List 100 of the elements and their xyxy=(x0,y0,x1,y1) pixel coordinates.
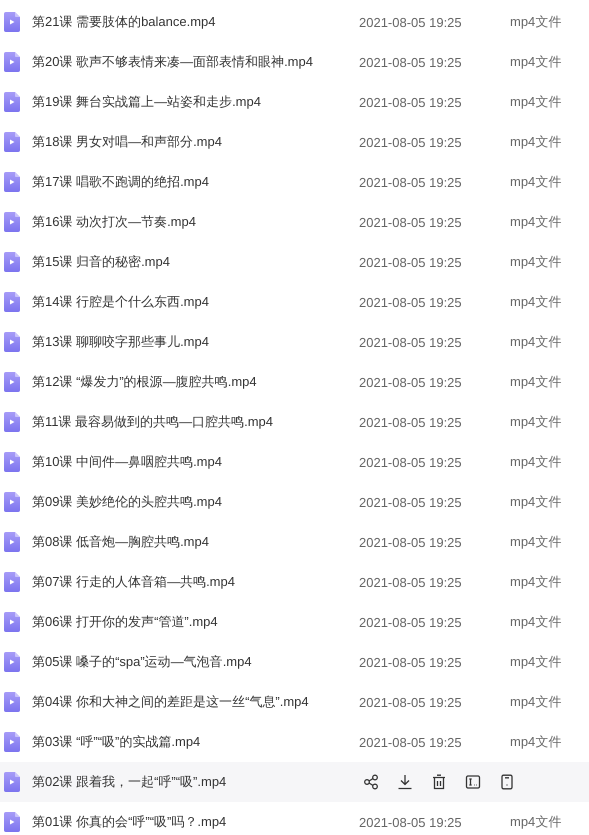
modified-date: 2021-08-05 19:25 xyxy=(359,734,463,750)
file-row[interactable]: 第18课 男女对唱—和声部分.mp4 2021-08-05 19:25 mp4文件 xyxy=(0,122,589,162)
file-row[interactable]: 第17课 唱歌不跑调的绝招.mp4 2021-08-05 19:25 mp4文件 xyxy=(0,162,589,202)
rename-icon[interactable] xyxy=(465,774,481,790)
download-icon[interactable] xyxy=(397,774,413,790)
file-name[interactable]: 第11课 最容易做到的共鸣—口腔共鸣.mp4 xyxy=(32,413,359,431)
file-name[interactable]: 第14课 行腔是个什么东西.mp4 xyxy=(32,293,359,311)
video-file-icon xyxy=(4,612,20,632)
modified-date: 2021-08-05 19:25 xyxy=(359,14,463,30)
modified-date: 2021-08-05 19:25 xyxy=(359,654,463,670)
share-icon[interactable] xyxy=(363,774,379,790)
modified-date: 2021-08-05 19:25 xyxy=(359,134,463,150)
video-file-icon xyxy=(4,372,20,392)
file-row[interactable]: 第06课 打开你的发声“管道”.mp4 2021-08-05 19:25 mp4文件 xyxy=(0,602,589,642)
video-file-icon xyxy=(4,52,20,72)
video-file-icon xyxy=(4,492,20,512)
video-file-icon xyxy=(4,812,20,832)
video-file-icon xyxy=(4,732,20,752)
file-name[interactable]: 第19课 舞台实战篇上—站姿和走步.mp4 xyxy=(32,93,359,111)
file-name[interactable]: 第08课 低音炮—胸腔共鸣.mp4 xyxy=(32,533,359,551)
modified-date: 2021-08-05 19:25 xyxy=(359,454,463,470)
file-type: mp4文件 xyxy=(510,573,562,591)
file-row[interactable]: 第07课 行走的人体音箱—共鸣.mp4 2021-08-05 19:25 mp4文件 xyxy=(0,562,589,602)
file-row[interactable]: 第04课 你和大神之间的差距是这一丝“气息”.mp4 2021-08-05 19:25 mp4文件 xyxy=(0,682,589,722)
file-name[interactable]: 第09课 美妙绝伦的头腔共鸣.mp4 xyxy=(32,493,359,511)
modified-date: 2021-08-05 19:25 xyxy=(359,814,463,830)
video-file-icon xyxy=(4,332,20,352)
file-name[interactable]: 第21课 需要肢体的balance.mp4 xyxy=(32,13,359,31)
file-row[interactable]: 第19课 舞台实战篇上—站姿和走步.mp4 2021-08-05 19:25 mp4文件 xyxy=(0,82,589,122)
file-row[interactable]: 第21课 需要肢体的balance.mp4 2021-08-05 19:25 mp4文件 xyxy=(0,2,589,42)
file-name[interactable]: 第12课 “爆发力”的根源—腹腔共鸣.mp4 xyxy=(32,373,359,391)
file-name[interactable]: 第17课 唱歌不跑调的绝招.mp4 xyxy=(32,173,359,191)
modified-date: 2021-08-05 19:25 xyxy=(359,414,463,430)
modified-date: 2021-08-05 19:25 xyxy=(359,334,463,350)
file-type: mp4文件 xyxy=(510,253,562,271)
file-name[interactable]: 第10课 中间件—鼻咽腔共鸣.mp4 xyxy=(32,453,359,471)
file-name[interactable]: 第06课 打开你的发声“管道”.mp4 xyxy=(32,613,359,631)
modified-date: 2021-08-05 19:25 xyxy=(359,614,463,630)
video-file-icon xyxy=(4,172,20,192)
file-type: mp4文件 xyxy=(510,53,562,71)
file-row[interactable]: 第03课 “呼”“吸”的实战篇.mp4 2021-08-05 19:25 mp4文件 xyxy=(0,722,589,762)
file-row[interactable]: 第15课 归音的秘密.mp4 2021-08-05 19:25 mp4文件 xyxy=(0,242,589,282)
video-file-icon xyxy=(4,452,20,472)
file-name[interactable]: 第13课 聊聊咬字那些事儿.mp4 xyxy=(32,333,359,351)
file-type: mp4文件 xyxy=(510,133,562,151)
video-file-icon xyxy=(4,532,20,552)
file-type: mp4文件 xyxy=(510,693,562,711)
file-row[interactable]: 第05课 嗓子的“spa”运动—气泡音.mp4 2021-08-05 19:25 mp4文件 xyxy=(0,642,589,682)
modified-date: 2021-08-05 19:25 xyxy=(359,534,463,550)
file-row[interactable]: 第08课 低音炮—胸腔共鸣.mp4 2021-08-05 19:25 mp4文件 xyxy=(0,522,589,562)
document-icon[interactable] xyxy=(499,774,515,790)
file-name[interactable]: 第03课 “呼”“吸”的实战篇.mp4 xyxy=(32,733,359,751)
modified-date: 2021-08-05 19:25 xyxy=(359,214,463,230)
video-file-icon xyxy=(4,92,20,112)
file-row[interactable]: 第20课 歌声不够表情来凑—面部表情和眼神.mp4 2021-08-05 19:25 mp4文件 xyxy=(0,42,589,82)
file-type: mp4文件 xyxy=(510,653,562,671)
video-file-icon xyxy=(4,412,20,432)
modified-date: 2021-08-05 19:25 xyxy=(359,494,463,510)
modified-date: 2021-08-05 19:25 xyxy=(359,174,463,190)
modified-date: 2021-08-05 19:25 xyxy=(359,574,463,590)
file-row[interactable]: 第10课 中间件—鼻咽腔共鸣.mp4 2021-08-05 19:25 mp4文件 xyxy=(0,442,589,482)
file-type: mp4文件 xyxy=(510,213,562,231)
video-file-icon xyxy=(4,292,20,312)
file-name[interactable]: 第05课 嗓子的“spa”运动—气泡音.mp4 xyxy=(32,653,359,671)
file-type: mp4文件 xyxy=(510,533,562,551)
file-type: mp4文件 xyxy=(510,613,562,631)
file-row[interactable]: 第13课 聊聊咬字那些事儿.mp4 2021-08-05 19:25 mp4文件 xyxy=(0,322,589,362)
file-row[interactable]: 第16课 动次打次—节奏.mp4 2021-08-05 19:25 mp4文件 xyxy=(0,202,589,242)
file-name[interactable]: 第01课 你真的会“呼”“吸”吗？.mp4 xyxy=(32,813,359,831)
file-name[interactable]: 第18课 男女对唱—和声部分.mp4 xyxy=(32,133,359,151)
file-name[interactable]: 第07课 行走的人体音箱—共鸣.mp4 xyxy=(32,573,359,591)
delete-icon[interactable] xyxy=(431,774,447,790)
file-name[interactable]: 第15课 归音的秘密.mp4 xyxy=(32,253,359,271)
modified-date: 2021-08-05 19:25 xyxy=(359,94,463,110)
file-row[interactable]: 第01课 你真的会“呼”“吸”吗？.mp4 2021-08-05 19:25 mp4文件 xyxy=(0,802,589,835)
modified-date: 2021-08-05 19:25 xyxy=(359,54,463,70)
file-row[interactable]: 第14课 行腔是个什么东西.mp4 2021-08-05 19:25 mp4文件 xyxy=(0,282,589,322)
modified-date: 2021-08-05 19:25 xyxy=(359,294,463,310)
modified-date: 2021-08-05 19:25 xyxy=(359,374,463,390)
file-type: mp4文件 xyxy=(510,173,562,191)
file-name[interactable]: 第02课 跟着我，一起“呼”“吸”.mp4 xyxy=(32,773,359,791)
file-type: mp4文件 xyxy=(510,733,562,751)
file-type: mp4文件 xyxy=(510,373,562,391)
file-type: mp4文件 xyxy=(510,493,562,511)
file-row[interactable]: 第09课 美妙绝伦的头腔共鸣.mp4 2021-08-05 19:25 mp4文件 xyxy=(0,482,589,522)
video-file-icon xyxy=(4,772,20,792)
file-row[interactable]: 第12课 “爆发力”的根源—腹腔共鸣.mp4 2021-08-05 19:25 mp4文件 xyxy=(0,362,589,402)
video-file-icon xyxy=(4,652,20,672)
file-row[interactable]: 第11课 最容易做到的共鸣—口腔共鸣.mp4 2021-08-05 19:25 mp4文件 xyxy=(0,402,589,442)
modified-date: 2021-08-05 19:25 xyxy=(359,694,463,710)
file-type: mp4文件 xyxy=(510,453,562,471)
file-type: mp4文件 xyxy=(510,333,562,351)
file-name[interactable]: 第20课 歌声不够表情来凑—面部表情和眼神.mp4 xyxy=(32,53,359,71)
file-name[interactable]: 第16课 动次打次—节奏.mp4 xyxy=(32,213,359,231)
file-name[interactable]: 第04课 你和大神之间的差距是这一丝“气息”.mp4 xyxy=(32,693,359,711)
video-file-icon xyxy=(4,12,20,32)
file-type: mp4文件 xyxy=(510,813,562,831)
file-type: mp4文件 xyxy=(510,293,562,311)
file-row[interactable]: 第02课 跟着我，一起“呼”“吸”.mp4 xyxy=(0,762,589,802)
video-file-icon xyxy=(4,692,20,712)
